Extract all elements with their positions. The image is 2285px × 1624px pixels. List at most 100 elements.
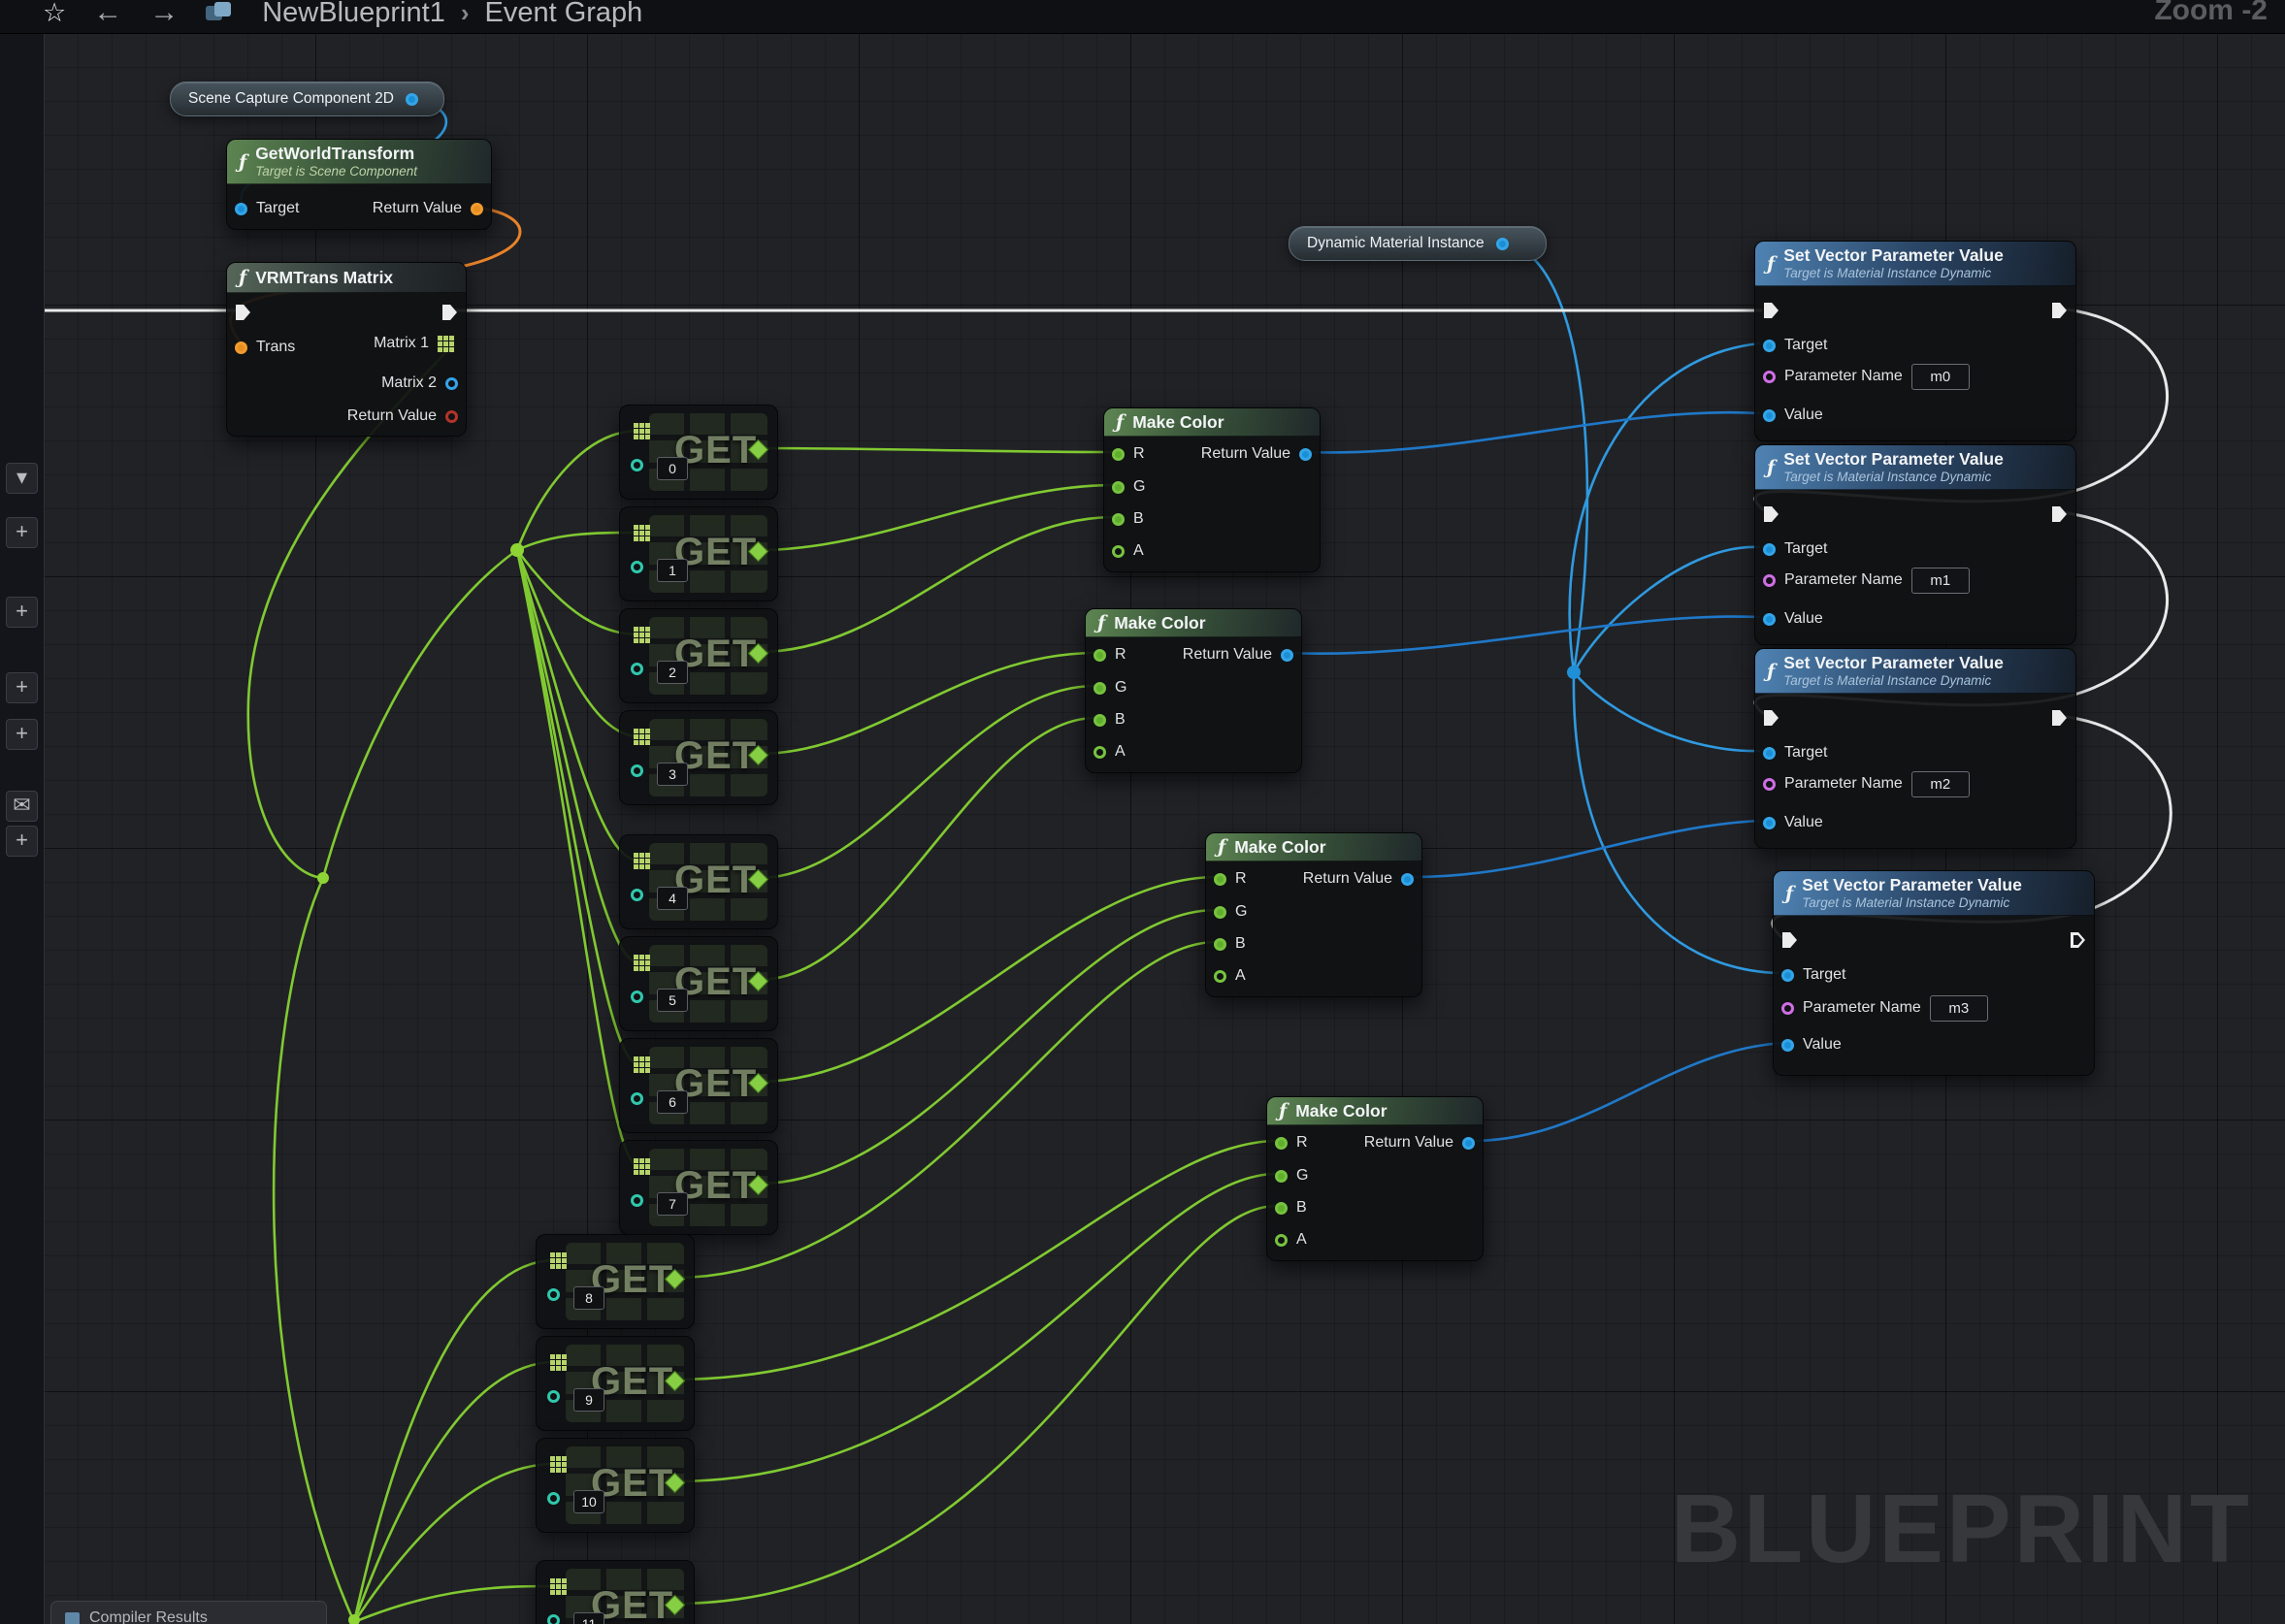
array-input-pin[interactable] [550,1354,555,1359]
variable-node-dynamic-material[interactable]: Dynamic Material Instance [1289,226,1547,261]
index-input-pin[interactable] [547,1390,560,1403]
object-output-pin[interactable] [1496,238,1509,250]
a-input-pin[interactable] [1214,970,1226,983]
array-input-pin[interactable] [634,1158,638,1163]
parameter-name-field[interactable]: m1 [1911,568,1970,594]
index-value[interactable]: 3 [657,763,688,786]
variable-node-scene-capture[interactable]: Scene Capture Component 2D [170,81,444,116]
index-value[interactable]: 2 [657,661,688,684]
value-input-pin[interactable] [1763,613,1776,626]
node-make-color[interactable]: ƒ Make Color R G B A Return Value [1103,407,1321,572]
exec-input-pin[interactable] [1764,710,1779,726]
a-input-pin[interactable] [1112,545,1125,558]
array-get-node[interactable]: GET 11 [536,1560,695,1624]
index-value[interactable]: 10 [573,1490,604,1513]
r-input-pin[interactable] [1112,448,1125,461]
matrix2-output-pin[interactable] [445,377,458,390]
target-input-pin[interactable] [1781,969,1794,982]
dropdown-button[interactable]: ▾ [6,463,38,494]
parameter-name-field[interactable]: m0 [1911,364,1970,390]
return-value-output-pin[interactable] [1401,873,1414,886]
array-get-node[interactable]: GET 10 [536,1438,695,1533]
index-input-pin[interactable] [631,561,643,573]
exec-input-pin[interactable] [1782,932,1797,948]
node-make-color[interactable]: ƒ Make Color R G B A Return Value [1205,832,1422,997]
b-input-pin[interactable] [1275,1202,1288,1215]
r-input-pin[interactable] [1275,1137,1288,1150]
b-input-pin[interactable] [1094,714,1106,727]
node-make-color[interactable]: ƒ Make Color R G B A Return Value [1266,1096,1484,1261]
array-get-node[interactable]: GET 3 [619,710,778,805]
return-value-output-pin[interactable] [1462,1137,1475,1150]
index-input-pin[interactable] [547,1614,560,1624]
index-value[interactable]: 4 [657,887,688,910]
parameter-name-input-pin[interactable] [1763,371,1776,383]
parameter-name-field[interactable]: m2 [1911,771,1970,797]
index-value[interactable]: 9 [573,1388,604,1412]
exec-output-pin[interactable] [2071,932,2085,948]
add-button[interactable]: + [6,719,38,750]
array-input-pin[interactable] [634,955,638,959]
target-input-pin[interactable] [1763,747,1776,760]
index-input-pin[interactable] [631,1194,643,1207]
exec-input-pin[interactable] [1764,303,1779,318]
exec-input-pin[interactable] [236,305,250,320]
node-set-vector-parameter[interactable]: ƒ Set Vector Parameter Value Target is M… [1773,870,2095,1076]
parameter-name-input-pin[interactable] [1763,574,1776,587]
b-input-pin[interactable] [1112,513,1125,526]
add-button[interactable]: + [6,826,38,857]
index-input-pin[interactable] [547,1288,560,1301]
trans-input-pin[interactable] [235,341,247,354]
array-input-pin[interactable] [634,627,638,632]
array-get-node[interactable]: GET 7 [619,1140,778,1235]
value-input-pin[interactable] [1781,1039,1794,1052]
array-input-pin[interactable] [634,853,638,858]
parameter-name-input-pin[interactable] [1763,778,1776,791]
r-input-pin[interactable] [1214,873,1226,886]
mail-icon-button[interactable]: ✉ [6,791,38,822]
node-make-color[interactable]: ƒ Make Color R G B A Return Value [1085,608,1302,773]
node-set-vector-parameter[interactable]: ƒ Set Vector Parameter Value Target is M… [1754,648,2076,849]
exec-output-pin[interactable] [442,305,457,320]
array-get-node[interactable]: GET 0 [619,405,778,500]
node-set-vector-parameter[interactable]: ƒ Set Vector Parameter Value Target is M… [1754,241,2076,441]
value-input-pin[interactable] [1763,817,1776,829]
g-input-pin[interactable] [1214,906,1226,919]
return-value-output-pin[interactable] [1299,448,1312,461]
breadcrumb-root[interactable]: NewBlueprint1 [262,0,445,29]
object-output-pin[interactable] [406,93,418,106]
array-input-pin[interactable] [634,1056,638,1061]
target-input-pin[interactable] [1763,340,1776,352]
g-input-pin[interactable] [1275,1170,1288,1183]
array-input-pin[interactable] [550,1456,555,1461]
array-input-pin[interactable] [634,423,638,428]
array-input-pin[interactable] [634,729,638,733]
matrix1-array-output-pin[interactable] [438,336,442,341]
exec-input-pin[interactable] [1764,506,1779,522]
index-value[interactable]: 6 [657,1090,688,1114]
index-input-pin[interactable] [631,764,643,777]
a-input-pin[interactable] [1275,1234,1288,1247]
add-button[interactable]: + [6,672,38,703]
array-get-node[interactable]: GET 9 [536,1336,695,1431]
array-get-node[interactable]: GET 6 [619,1038,778,1133]
b-input-pin[interactable] [1214,938,1226,951]
node-vrmtrans-matrix[interactable]: ƒ VRMTrans Matrix Trans Matrix 1 Matrix … [226,262,467,437]
back-icon[interactable]: ← [93,0,122,27]
node-get-world-transform[interactable]: ƒ GetWorldTransform Target is Scene Comp… [226,139,492,230]
exec-output-pin[interactable] [2052,710,2067,726]
return-value-output-pin[interactable] [445,410,458,423]
index-value[interactable]: 8 [573,1286,604,1310]
array-get-node[interactable]: GET 5 [619,936,778,1031]
index-value[interactable]: 11 [573,1612,604,1624]
index-value[interactable]: 1 [657,559,688,582]
target-input-pin[interactable] [235,203,247,215]
exec-output-pin[interactable] [2052,303,2067,318]
index-input-pin[interactable] [631,663,643,675]
index-value[interactable]: 5 [657,989,688,1012]
array-get-node[interactable]: GET 2 [619,608,778,703]
target-input-pin[interactable] [1763,543,1776,556]
add-button[interactable]: + [6,517,38,548]
parameter-name-field[interactable]: m3 [1930,995,1988,1022]
exec-output-pin[interactable] [2052,506,2067,522]
